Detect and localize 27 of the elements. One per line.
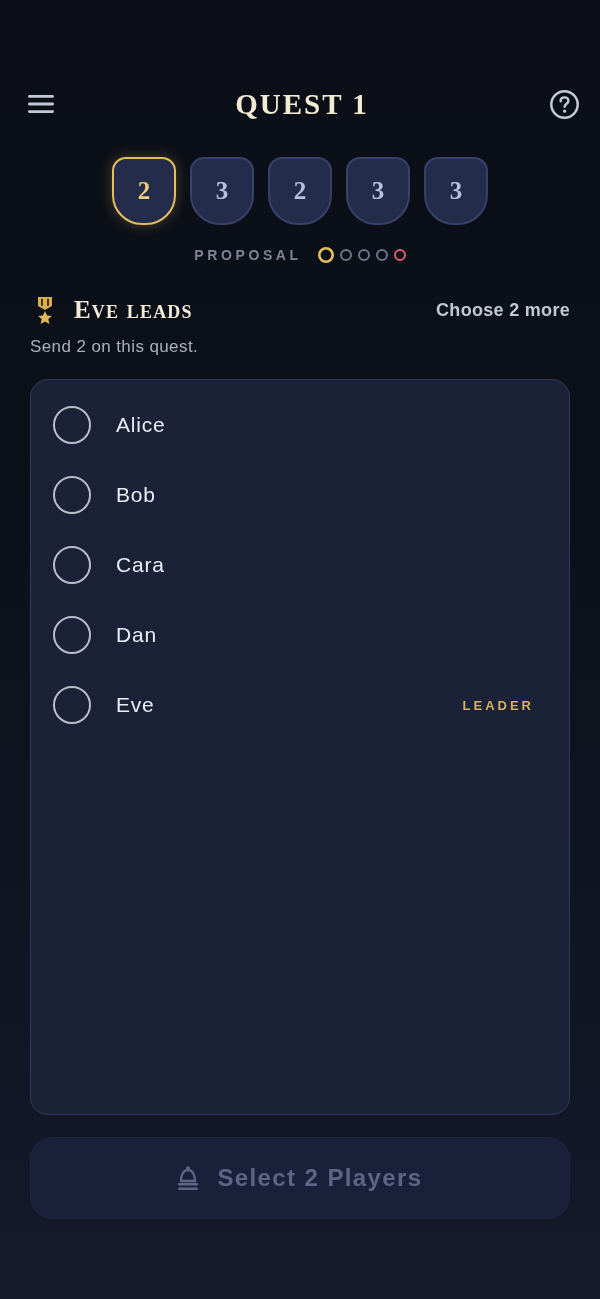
quest-token[interactable]: 3 — [190, 157, 254, 225]
player-name: Alice — [116, 413, 166, 437]
player-radio[interactable] — [53, 406, 91, 444]
player-radio[interactable] — [53, 476, 91, 514]
player-radio[interactable] — [53, 616, 91, 654]
quest-token[interactable]: 3 — [424, 157, 488, 225]
menu-button[interactable] — [28, 95, 54, 113]
help-icon — [550, 89, 579, 119]
player-name: Dan — [116, 623, 157, 647]
quest-instruction: Send 2 on this quest. — [30, 337, 199, 357]
quest-token[interactable]: 2 — [112, 157, 176, 225]
player-radio[interactable] — [53, 686, 91, 724]
medal-icon — [36, 296, 54, 324]
proposal-label: PROPOSAL — [194, 247, 302, 263]
bell-icon — [177, 1166, 200, 1190]
player-radio[interactable] — [53, 546, 91, 584]
quest-token[interactable]: 2 — [268, 157, 332, 225]
leader-heading: Eve leads — [74, 296, 193, 324]
player-name: Cara — [116, 553, 165, 577]
remaining-count: Choose 2 more — [436, 299, 570, 321]
menu-icon — [28, 95, 54, 113]
quest-token[interactable]: 3 — [346, 157, 410, 225]
leader-tag: LEADER — [462, 697, 534, 713]
screen-title: QUEST 1 — [235, 87, 369, 121]
help-button[interactable] — [550, 89, 579, 119]
player-name: Eve — [116, 693, 155, 717]
player-name: Bob — [116, 483, 156, 507]
